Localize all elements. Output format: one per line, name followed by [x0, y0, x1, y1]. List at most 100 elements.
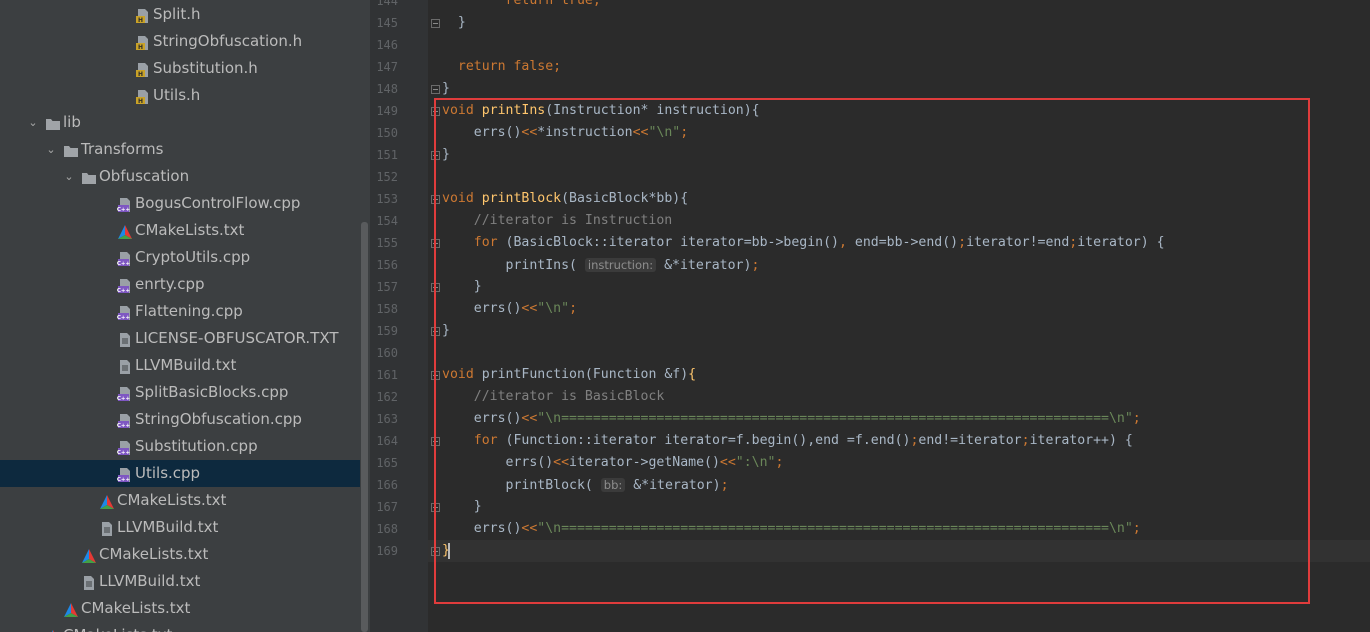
code-line[interactable]: }: [442, 12, 466, 34]
svg-text:C++: C++: [117, 423, 131, 429]
tree-item-label: Substitution.h: [153, 59, 258, 77]
svg-text:C++: C++: [117, 315, 131, 321]
fold-marker-icon[interactable]: [431, 19, 440, 28]
line-number: 156: [376, 258, 398, 272]
tree-folder-row[interactable]: ⌄ Obfuscation: [0, 163, 360, 190]
cmake-file-icon: [63, 600, 79, 617]
tree-file-row[interactable]: CMakeLists.txt: [0, 217, 360, 244]
line-number: 161: [376, 368, 398, 382]
line-number: 150: [376, 126, 398, 140]
tree-file-row[interactable]: C++ CryptoUtils.cpp: [0, 244, 360, 271]
code-line[interactable]: return true;: [442, 0, 601, 12]
tree-file-row[interactable]: CMakeLists.txt: [0, 487, 360, 514]
header-file-icon: H: [135, 33, 151, 51]
tree-item-label: CMakeLists.txt: [117, 491, 227, 509]
cpp-file-icon: C++: [117, 384, 133, 402]
header-file-icon: H: [135, 6, 151, 24]
line-number: 159: [376, 324, 398, 338]
svg-text:C++: C++: [117, 396, 131, 402]
line-number: 162: [376, 390, 398, 404]
cpp-file-icon: C++: [117, 303, 133, 321]
line-number-gutter: 144 145 146 147 148 149 150 151 152 153 154 155 156 1…: [370, 0, 428, 632]
code-line[interactable]: }: [442, 78, 450, 100]
text-file-icon: [117, 357, 133, 374]
cmake-file-icon: [99, 492, 115, 509]
line-number: 146: [376, 38, 398, 52]
line-number: 144: [376, 0, 398, 8]
tree-file-row[interactable]: C++ BogusControlFlow.cpp: [0, 190, 360, 217]
svg-text:C++: C++: [117, 261, 131, 267]
tree-item-label: lib: [63, 113, 81, 131]
tree-file-row[interactable]: CMakeLists.txt: [0, 622, 360, 632]
tree-item-label: LLVMBuild.txt: [135, 356, 237, 374]
tree-item-label: StringObfuscation.h: [153, 32, 303, 50]
tree-item-label: BogusControlFlow.cpp: [135, 194, 301, 212]
line-number: 151: [376, 148, 398, 162]
tree-item-label: Split.h: [153, 5, 201, 23]
tree-item-label: Obfuscation: [99, 167, 190, 185]
code-token: }: [442, 81, 450, 96]
line-number: 157: [376, 280, 398, 294]
line-number: 152: [376, 170, 398, 184]
svg-text:C++: C++: [117, 207, 131, 213]
tree-file-row[interactable]: C++ Substitution.cpp: [0, 433, 360, 460]
tree-item-label: LICENSE-OBFUSCATOR.TXT: [135, 329, 339, 347]
tree-file-row[interactable]: CMakeLists.txt: [0, 541, 360, 568]
cpp-file-icon: C++: [117, 465, 133, 483]
folder-icon: [45, 114, 61, 131]
project-tree-scrollbar-thumb[interactable]: [361, 222, 368, 632]
line-number: 165: [376, 456, 398, 470]
chevron-down-icon[interactable]: ⌄: [45, 136, 57, 163]
svg-text:C++: C++: [117, 288, 131, 294]
tree-folder-row[interactable]: ⌄ lib: [0, 109, 360, 136]
tree-file-row[interactable]: LLVMBuild.txt: [0, 568, 360, 595]
svg-text:H: H: [138, 98, 143, 105]
tree-item-label: CryptoUtils.cpp: [135, 248, 251, 266]
tree-file-row[interactable]: C++ Flattening.cpp: [0, 298, 360, 325]
line-number: 154: [376, 214, 398, 228]
line-number: 168: [376, 522, 398, 536]
code-token: }: [442, 15, 466, 30]
code-token: ;: [553, 59, 562, 74]
tree-item-label: LLVMBuild.txt: [99, 572, 201, 590]
tree-file-row[interactable]: LLVMBuild.txt: [0, 514, 360, 541]
line-number: 158: [376, 302, 398, 316]
code-line[interactable]: return false;: [442, 56, 561, 78]
cpp-file-icon: C++: [117, 195, 133, 213]
line-number: 149: [376, 104, 398, 118]
tree-item-label: Utils.cpp: [135, 464, 201, 482]
tree-file-row[interactable]: CMakeLists.txt: [0, 595, 360, 622]
red-annotation-box: [434, 98, 1310, 604]
tree-file-row[interactable]: H Substitution.h: [0, 55, 360, 82]
tree-file-row[interactable]: C++ Utils.cpp: [0, 460, 360, 487]
folder-icon: [81, 168, 97, 185]
tree-file-row[interactable]: C++ StringObfuscation.cpp: [0, 406, 360, 433]
tree-item-label: enrty.cpp: [135, 275, 205, 293]
project-tree-panel: H Split.h H StringObfuscation.h H Substitutio…: [0, 0, 360, 632]
tree-file-row[interactable]: C++ SplitBasicBlocks.cpp: [0, 379, 360, 406]
folder-icon: [63, 141, 79, 158]
tree-folder-row[interactable]: ⌄ Transforms: [0, 136, 360, 163]
line-number: 148: [376, 82, 398, 96]
fold-marker-icon[interactable]: [431, 85, 440, 94]
tree-file-row[interactable]: H Split.h: [0, 1, 360, 28]
tree-item-label: CMakeLists.txt: [99, 545, 209, 563]
cmake-file-icon: [45, 627, 61, 632]
tree-file-row[interactable]: LLVMBuild.txt: [0, 352, 360, 379]
tree-file-row[interactable]: H StringObfuscation.h: [0, 28, 360, 55]
chevron-down-icon[interactable]: ⌄: [27, 109, 39, 136]
tree-file-row[interactable]: LICENSE-OBFUSCATOR.TXT: [0, 325, 360, 352]
tree-file-row[interactable]: C++ enrty.cpp: [0, 271, 360, 298]
line-number: 153: [376, 192, 398, 206]
cpp-file-icon: C++: [117, 249, 133, 267]
tree-file-row[interactable]: H Utils.h: [0, 82, 360, 109]
header-file-icon: H: [135, 87, 151, 105]
line-number: 145: [376, 16, 398, 30]
chevron-down-icon[interactable]: ⌄: [63, 163, 75, 190]
cpp-file-icon: C++: [117, 276, 133, 294]
tree-item-label: Flattening.cpp: [135, 302, 243, 320]
text-file-icon: [81, 573, 97, 590]
tree-item-label: Utils.h: [153, 86, 201, 104]
